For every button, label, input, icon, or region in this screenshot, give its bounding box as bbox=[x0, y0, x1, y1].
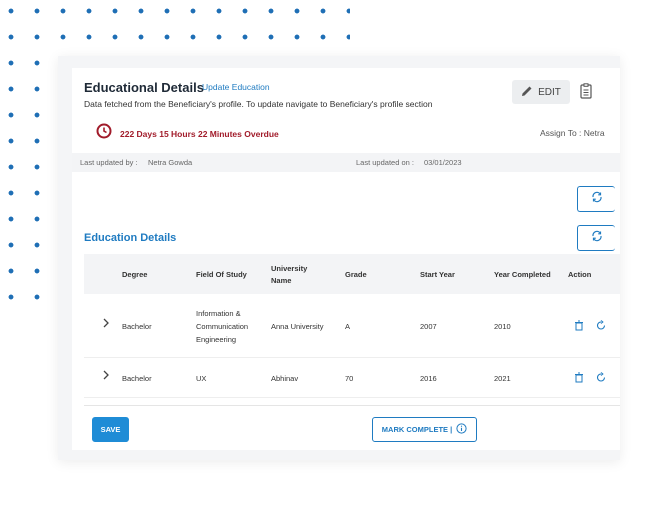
last-updated-by-label: Last updated by : bbox=[80, 158, 138, 167]
save-button[interactable]: SAVE bbox=[92, 417, 129, 442]
expand-chevron-icon[interactable] bbox=[102, 370, 110, 382]
cell-year-completed: 2010 bbox=[494, 322, 511, 331]
header-start-year: Start Year bbox=[420, 270, 455, 279]
cell-field-line3: Engineering bbox=[196, 335, 237, 344]
cell-start-year: 2016 bbox=[420, 374, 437, 383]
page-subtitle: Data fetched from the Beneficiary's prof… bbox=[84, 99, 433, 109]
refresh-icon bbox=[591, 190, 603, 208]
cell-university: Abhinav bbox=[271, 374, 299, 383]
cell-degree: Bachelor bbox=[122, 322, 152, 331]
overdue-indicator: 222 Days 15 Hours 22 Minutes Overdue bbox=[96, 123, 279, 144]
refresh-icon bbox=[591, 229, 603, 247]
edit-label: EDIT bbox=[538, 86, 561, 98]
edit-button[interactable]: EDIT bbox=[512, 80, 570, 104]
update-education-link[interactable]: Update Education bbox=[202, 82, 270, 92]
cell-degree: Bachelor bbox=[122, 374, 152, 383]
section-title: Education Details bbox=[84, 232, 177, 244]
education-card: Educational Details Update Education Dat… bbox=[58, 56, 620, 460]
cell-field: UX bbox=[196, 374, 207, 383]
canvas: Educational Details Update Education Dat… bbox=[0, 0, 664, 508]
clock-icon bbox=[96, 123, 112, 144]
header-action: Action bbox=[568, 270, 592, 279]
mark-complete-label: MARK COMPLETE | bbox=[381, 425, 453, 434]
cell-grade: A bbox=[345, 322, 351, 331]
cell-field-line2: Communication bbox=[196, 322, 249, 331]
assign-to-label: Assign To : Netra bbox=[540, 128, 605, 138]
header-university-line1: University bbox=[271, 264, 308, 273]
cell-university: Anna University bbox=[271, 322, 324, 331]
info-icon bbox=[456, 423, 467, 436]
overdue-text: 222 Days 15 Hours 22 Minutes Overdue bbox=[120, 128, 279, 139]
expand-chevron-icon[interactable] bbox=[102, 318, 110, 330]
header-field: Field Of Study bbox=[196, 270, 247, 279]
reset-icon[interactable] bbox=[596, 372, 606, 385]
cell-grade: 70 bbox=[345, 374, 354, 383]
page-title: Educational Details bbox=[84, 80, 204, 95]
table-row: Bachelor Information & Communication Eng… bbox=[84, 294, 620, 358]
last-updated-on-value: 03/01/2023 bbox=[424, 158, 462, 167]
last-updated-by-value: Netra Gowda bbox=[148, 158, 193, 167]
refresh-button-section[interactable] bbox=[577, 225, 615, 251]
trash-icon[interactable] bbox=[574, 320, 584, 333]
trash-icon[interactable] bbox=[574, 372, 584, 385]
card-content: Educational Details Update Education Dat… bbox=[72, 68, 620, 450]
refresh-button-top[interactable] bbox=[577, 186, 615, 212]
cell-year-completed: 2021 bbox=[494, 374, 511, 383]
reset-icon[interactable] bbox=[596, 320, 606, 333]
cell-start-year: 2007 bbox=[420, 322, 437, 331]
header-grade: Grade bbox=[345, 270, 367, 279]
header-degree: Degree bbox=[122, 270, 148, 279]
table-header: Degree Field Of Study University Name Gr… bbox=[84, 254, 620, 294]
table-row: Bachelor UX Abhinav 70 2016 2021 bbox=[84, 358, 620, 398]
header-university-line2: Name bbox=[271, 276, 292, 285]
mark-complete-button[interactable]: MARK COMPLETE | bbox=[372, 417, 477, 442]
header-year-completed: Year Completed bbox=[494, 270, 551, 279]
last-updated-bar: Last updated by : Netra Gowda Last updat… bbox=[72, 153, 620, 172]
footer-divider bbox=[84, 405, 620, 406]
pencil-icon bbox=[521, 85, 533, 100]
education-table: Degree Field Of Study University Name Gr… bbox=[84, 254, 620, 398]
clipboard-icon[interactable] bbox=[578, 81, 594, 101]
last-updated-on-label: Last updated on : bbox=[356, 158, 414, 167]
cell-field-line1: Information & bbox=[196, 309, 241, 318]
